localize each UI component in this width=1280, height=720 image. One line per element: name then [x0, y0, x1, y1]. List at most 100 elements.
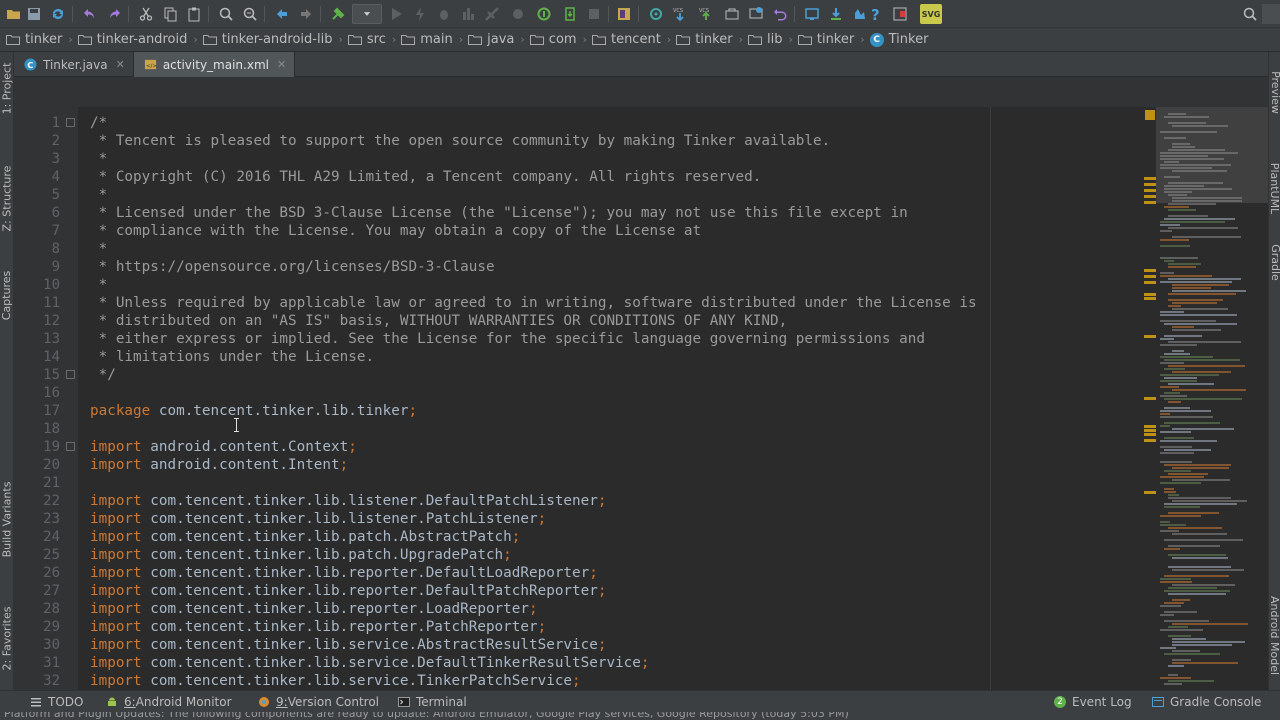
- save-icon[interactable]: [24, 4, 44, 24]
- svg-plugin-button[interactable]: SVG: [920, 4, 942, 24]
- search-everywhere-icon[interactable]: [1240, 4, 1260, 24]
- tab-activity-main-xml[interactable]: </> activity_main.xml ✕: [133, 52, 296, 77]
- warning-marker[interactable]: [1144, 335, 1156, 338]
- code-line[interactable]: import com.tencent.tinker.lib.reporter.D…: [90, 564, 598, 582]
- revert-icon[interactable]: [770, 4, 790, 24]
- line-number-gutter[interactable]: 1 2 3 4 5 6 7 8 9 10 11 12 13 14 15 16 17 18 19 20 21 22 23 24 2…: [14, 107, 78, 690]
- tool-tab-project[interactable]: 1: Project: [0, 52, 14, 124]
- breadcrumb-item[interactable]: main ›: [399, 28, 466, 52]
- bottom-tab-todo[interactable]: TODO: [22, 691, 93, 713]
- paste-icon[interactable]: [184, 4, 204, 24]
- code-line[interactable]: import android.content.Intent;: [90, 456, 348, 474]
- bottom-tab-event-log[interactable]: 2 Event Log: [1046, 691, 1142, 713]
- shelve-icon[interactable]: [722, 4, 742, 24]
- warning-marker[interactable]: [1144, 433, 1156, 436]
- code-line[interactable]: import com.tencent.tinker.lib.listener.D…: [90, 492, 606, 510]
- copy-icon[interactable]: [160, 4, 180, 24]
- close-icon[interactable]: ✕: [116, 58, 125, 71]
- project-structure-icon[interactable]: [614, 4, 634, 24]
- tool-tab-android-model[interactable]: Android Model: [1269, 580, 1280, 690]
- code-line[interactable]: * Licensed under the BSD 3-Clause Licens…: [90, 204, 908, 222]
- bottom-tab-gradle-console[interactable]: Gradle Console: [1144, 691, 1271, 713]
- tool-tab-preview[interactable]: Preview: [1269, 52, 1280, 132]
- open-folder-icon[interactable]: [4, 4, 24, 24]
- warning-marker[interactable]: [1144, 439, 1156, 442]
- code-line[interactable]: * https://opensource.org/licenses/BSD-3-…: [90, 258, 495, 276]
- breadcrumb-item[interactable]: tinker-android ›: [76, 28, 201, 52]
- code-line[interactable]: *: [90, 240, 108, 258]
- warning-marker[interactable]: [1144, 397, 1156, 400]
- breadcrumb-item[interactable]: lib ›: [746, 28, 796, 52]
- vcs-commit-icon[interactable]: VCS: [696, 4, 716, 24]
- ide-event-icon[interactable]: [1262, 4, 1280, 24]
- breadcrumb-item[interactable]: com ›: [528, 28, 590, 52]
- debug-icon[interactable]: [434, 4, 454, 24]
- tool-tab-favorites[interactable]: 2: Favorites: [0, 590, 14, 686]
- code-line[interactable]: * distributed on an "AS IS" basis, WITHO…: [90, 312, 788, 330]
- compare-icon[interactable]: [746, 4, 766, 24]
- warning-indicator-icon[interactable]: [1145, 110, 1155, 120]
- code-line[interactable]: * limitations under the License.: [90, 348, 374, 366]
- code-line[interactable]: import com.tencent.tinker.lib.reporter.P…: [90, 618, 546, 636]
- breadcrumb-item[interactable]: C Tinker: [868, 28, 932, 52]
- code-line[interactable]: import com.tencent.tinker.lib.reporter.L…: [90, 600, 538, 618]
- tool-tab-captures[interactable]: Captures: [0, 258, 14, 332]
- code-line[interactable]: *: [90, 276, 108, 294]
- code-line[interactable]: * compliance with the License. You may o…: [90, 222, 702, 240]
- error-stripe[interactable]: [1144, 107, 1156, 690]
- breadcrumb-item[interactable]: tinker ›: [4, 28, 76, 52]
- replace-icon[interactable]: [240, 4, 260, 24]
- attach-debugger-icon[interactable]: [508, 4, 528, 24]
- tab-tinker-java[interactable]: C Tinker.java ✕: [14, 52, 134, 77]
- fold-toggle-icon[interactable]: [66, 118, 75, 127]
- breadcrumb-item[interactable]: java ›: [466, 28, 528, 52]
- warning-marker[interactable]: [1144, 183, 1156, 186]
- warning-marker[interactable]: [1144, 275, 1156, 278]
- warning-marker[interactable]: [1144, 195, 1156, 198]
- tool-tab-plantuml[interactable]: PlantUML: [1269, 148, 1280, 228]
- breadcrumb-item[interactable]: tencent ›: [590, 28, 674, 52]
- breadcrumb-item[interactable]: tinker-android-lib ›: [201, 28, 346, 52]
- code-line[interactable]: /*: [90, 114, 107, 132]
- install-apk-icon[interactable]: [560, 4, 580, 24]
- code-line[interactable]: *: [90, 186, 108, 204]
- warning-marker[interactable]: [1144, 425, 1156, 428]
- warning-marker[interactable]: [1144, 429, 1156, 432]
- stop-icon[interactable]: [584, 4, 604, 24]
- code-line[interactable]: import com.tencent.tinker.lib.patch.Upgr…: [90, 546, 512, 564]
- instant-run-icon[interactable]: [410, 4, 430, 24]
- forward-icon[interactable]: [296, 4, 316, 24]
- fold-toggle-icon[interactable]: [66, 370, 75, 379]
- bottom-tab-terminal[interactable]: Terminal: [390, 691, 477, 713]
- undo-icon[interactable]: [80, 4, 100, 24]
- sync-icon[interactable]: [48, 4, 68, 24]
- warning-marker[interactable]: [1144, 281, 1156, 284]
- code-line[interactable]: import com.tencent.tinker.lib.service.Ab…: [90, 636, 606, 654]
- run-icon[interactable]: [386, 4, 406, 24]
- sdk-manager-icon[interactable]: [826, 4, 846, 24]
- help-icon[interactable]: ?: [866, 4, 886, 24]
- warning-marker[interactable]: [1144, 293, 1156, 296]
- bottom-tab-version-control[interactable]: 9: Version Control: [250, 691, 389, 713]
- vcs-update-icon[interactable]: VCS: [670, 4, 690, 24]
- breadcrumb-item[interactable]: tinker ›: [796, 28, 868, 52]
- android-profiler-icon[interactable]: [890, 4, 910, 24]
- code-line[interactable]: import com.tencent.tinker.lib.service.De…: [90, 654, 650, 672]
- run-config-dropdown[interactable]: [352, 4, 382, 24]
- close-icon[interactable]: ✕: [277, 58, 286, 71]
- redo-icon[interactable]: [104, 4, 124, 24]
- code-line[interactable]: import com.tencent.tinker.lib.listener.P…: [90, 510, 546, 528]
- warning-marker[interactable]: [1144, 269, 1156, 272]
- warning-marker[interactable]: [1144, 177, 1156, 180]
- warning-marker[interactable]: [1144, 201, 1156, 204]
- warning-marker[interactable]: [1144, 297, 1156, 300]
- code-line[interactable]: * Copyright (C) 2016 THL A29 Limited, a …: [90, 168, 762, 186]
- code-line[interactable]: import android.content.Context;: [90, 438, 357, 456]
- tool-tab-structure[interactable]: Z: Structure: [0, 150, 14, 246]
- make-project-icon[interactable]: [328, 4, 348, 24]
- cut-icon[interactable]: [136, 4, 156, 24]
- avd-manager-icon[interactable]: [802, 4, 822, 24]
- code-line[interactable]: import com.tencent.tinker.lib.patch.Abst…: [90, 528, 520, 546]
- fold-toggle-icon[interactable]: [66, 442, 75, 451]
- code-line[interactable]: */: [90, 366, 116, 384]
